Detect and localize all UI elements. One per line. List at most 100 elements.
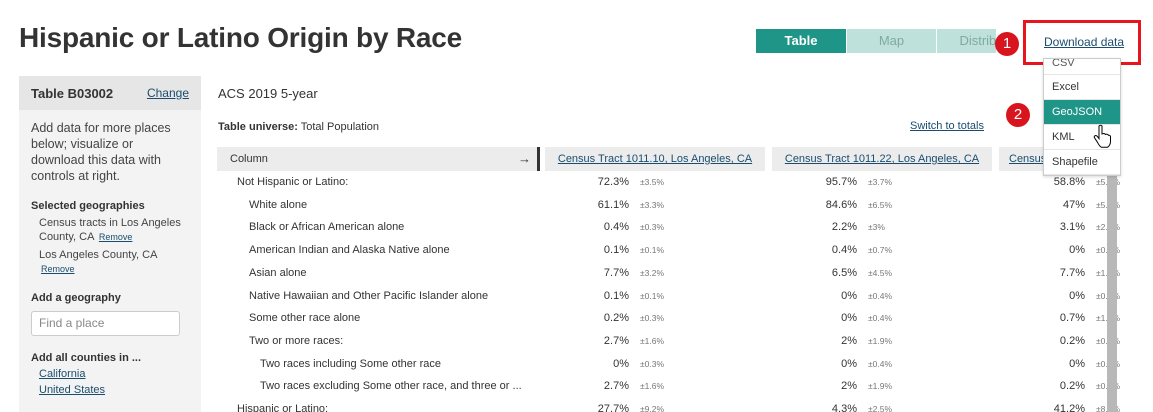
table-header: Column → Census Tract 1011.10, Los Angel… (217, 147, 1137, 171)
sidebar-header: Table B03002 Change (19, 76, 201, 110)
value-cell: 2.7% (603, 380, 629, 393)
value-cell: 0% (1069, 244, 1085, 257)
dataset-label: ACS 2019 5-year (218, 86, 318, 101)
menu-item-excel[interactable]: Excel (1044, 75, 1120, 100)
tab-map[interactable]: Map (846, 29, 936, 53)
value-cell: 0.4% (603, 221, 629, 234)
menu-item-geojson[interactable]: GeoJSON (1044, 100, 1120, 125)
value-cell: 84.6% (825, 198, 857, 211)
value-cell: 0% (841, 357, 857, 370)
row-label: Native Hawaiian and Other Pacific Island… (249, 289, 489, 302)
value-cell: 2.2% (831, 221, 857, 234)
page-title: Hispanic or Latino Origin by Race (19, 22, 463, 53)
remove-geography-link[interactable]: Remove (99, 232, 133, 242)
table-row: Two races excluding Some other race, and… (217, 375, 1137, 397)
margin-of-error: ±0.4% (868, 358, 893, 369)
row-label: Hispanic or Latino: (237, 403, 329, 412)
value-cell: 2.7% (603, 334, 629, 347)
margin-of-error: ±0.3% (640, 222, 665, 233)
value-cell: 0.7% (1059, 312, 1085, 325)
margin-of-error: ±3.2% (640, 267, 665, 278)
margin-of-error: ±4.5% (868, 267, 893, 278)
margin-of-error: ±0.1% (640, 290, 665, 301)
margin-of-error: ±0.3% (640, 313, 665, 324)
universe-value: Total Population (300, 121, 380, 133)
value-cell: 41.2% (1053, 403, 1085, 412)
margin-of-error: ±3.7% (868, 177, 893, 187)
margin-of-error: ±3% (868, 222, 885, 233)
table-scrollbar[interactable] (1107, 175, 1117, 412)
remove-geography-link[interactable]: Remove (41, 264, 75, 274)
menu-item-shapefile[interactable]: Shapefile (1044, 150, 1120, 175)
margin-of-error: ±1.9% (868, 335, 893, 346)
margin-of-error: ±9.2% (640, 404, 665, 412)
table-row: Some other race alone 0.2% ±0.3% 0% ±0.4% 0.7… (217, 307, 1137, 329)
selected-geographies-heading: Selected geographies (31, 200, 145, 212)
value-cell: 7.7% (1059, 266, 1085, 279)
view-tabs: Table Map Distribu (756, 29, 996, 53)
value-cell: 27.7% (597, 403, 629, 412)
margin-of-error: ±0.7% (868, 245, 893, 256)
table-row: Black or African American alone 0.4% ±0.3%… (217, 216, 1137, 238)
row-label: Not Hispanic or Latino: (237, 176, 349, 188)
table-row: Native Hawaiian and Other Pacific Island… (217, 285, 1137, 307)
table-row: White alone61.1%±3.3%84.6%±6.5%47%±5.8% (217, 194, 1137, 216)
margin-of-error: ±3.3% (640, 199, 665, 210)
value-cell: 61.1% (597, 198, 629, 211)
table-row: Two races including Some other race 0% ±0.… (217, 353, 1137, 375)
menu-item-csv[interactable]: CSV (1044, 59, 1120, 75)
county-link-united-states[interactable]: United States (31, 384, 189, 396)
value-cell: 0.4% (831, 244, 857, 257)
row-label: Asian alone (249, 266, 307, 279)
sidebar: Table B03002 Change Add data for more pl… (19, 76, 201, 412)
table-row: Hispanic or Latino: 27.7% ±9.2% 4.3% ±2.5% 41… (217, 398, 1137, 412)
margin-of-error: ±0.3% (640, 358, 665, 369)
table-row: American Indian and Alaska Native alone 0… (217, 239, 1137, 261)
selected-geography: Los Angeles County, CA Remove (31, 248, 189, 276)
value-cell: 0% (841, 289, 857, 302)
value-cell: 0.2% (603, 312, 629, 325)
add-counties-heading: Add all counties in ... (31, 352, 142, 364)
margin-of-error: ±1.6% (640, 381, 665, 392)
column-header: Column → (217, 147, 537, 171)
row-label: Two or more races: (249, 334, 344, 347)
county-link-california[interactable]: California (31, 368, 189, 380)
value-cell: 2% (841, 334, 857, 347)
margin-of-error: ±2.5% (868, 404, 893, 412)
geography-name: Los Angeles County, CA (39, 249, 157, 261)
tab-table[interactable]: Table (756, 29, 846, 53)
selected-geography: Census tracts in Los Angeles County, CA … (31, 216, 189, 244)
tab-distribution[interactable]: Distribu (936, 29, 996, 53)
geo-header-2[interactable]: Census Tract 1011.22, Los Angeles, CA (772, 147, 992, 171)
switch-to-totals-link[interactable]: Switch to totals (910, 120, 984, 132)
margin-of-error: ±0.4% (868, 290, 893, 301)
add-geography-heading: Add a geography (31, 292, 121, 304)
row-label: Some other race alone (249, 312, 361, 325)
hand-cursor-icon (1093, 124, 1111, 148)
row-label: Black or African American alone (249, 221, 405, 234)
column-header-label: Column (230, 153, 268, 165)
geo-header-1[interactable]: Census Tract 1011.10, Los Angeles, CA (545, 147, 765, 171)
margin-of-error: ±6.5% (868, 199, 893, 210)
value-cell: 0% (613, 357, 629, 370)
value-cell: 7.7% (603, 266, 629, 279)
table-id: Table B03002 (31, 85, 114, 101)
find-place-input[interactable]: Find a place (31, 311, 180, 336)
value-cell: 0.1% (603, 289, 629, 302)
value-cell: 2% (841, 380, 857, 393)
universe-label: Table universe: (218, 121, 298, 133)
value-cell: 0% (1069, 357, 1085, 370)
arrow-right-icon: → (518, 151, 531, 166)
change-table-link[interactable]: Change (147, 86, 189, 100)
value-cell: 3.1% (1059, 221, 1085, 234)
row-label: American Indian and Alaska Native alone (249, 244, 450, 257)
value-cell: 0.1% (603, 244, 629, 257)
table-row: Two or more races:2.7%±1.6%2%±1.9%0.2%±0… (217, 330, 1137, 352)
value-cell: 0% (1069, 289, 1085, 302)
row-label: Two races including Some other race (260, 357, 441, 370)
value-cell: 0.2% (1059, 380, 1085, 393)
value-cell: 4.3% (831, 403, 857, 412)
value-cell: 95.7% (825, 176, 857, 188)
row-label: White alone (249, 198, 308, 211)
sidebar-description: Add data for more places below; visualiz… (31, 121, 171, 183)
